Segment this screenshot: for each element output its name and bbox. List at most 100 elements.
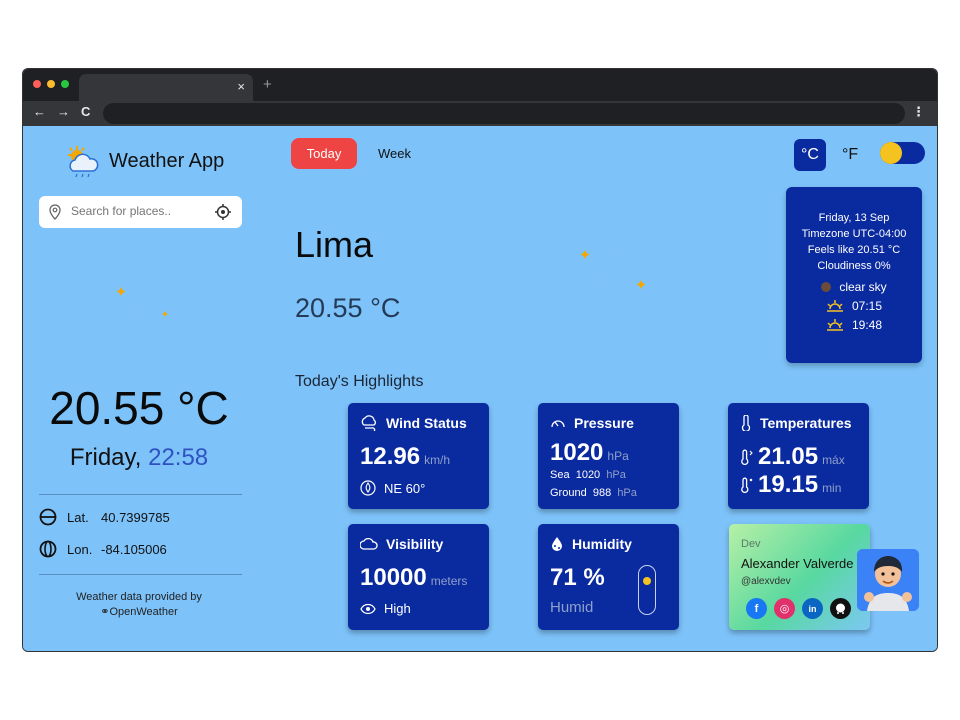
longitude-value: -84.105006: [101, 541, 167, 557]
browser-tab[interactable]: ×: [79, 74, 253, 101]
sunrise-time: 07:15: [851, 299, 883, 313]
info-cloudiness: Cloudiness 0%: [817, 260, 891, 272]
wind-speed: 12.96 km/h: [360, 443, 450, 471]
latitude-icon: [39, 508, 57, 526]
search-input[interactable]: [71, 204, 211, 218]
wind-status-card: Wind Status 12.96 km/h NE 60°: [348, 403, 489, 509]
latitude-value: 40.7399785: [101, 509, 170, 525]
maximize-window-dot[interactable]: [61, 80, 69, 88]
latitude-row: Lat. 40.7399785: [39, 508, 170, 526]
tab-today[interactable]: Today: [291, 138, 357, 169]
wind-icon: [361, 415, 376, 431]
sidebar-temperature: 20.55 °C: [49, 382, 229, 434]
visibility-distance: 10000 meters: [360, 564, 467, 592]
app-title: Weather App: [109, 149, 225, 172]
search-box[interactable]: [39, 196, 242, 228]
info-date: Friday, 13 Sep: [818, 212, 890, 224]
new-tab-button[interactable]: +: [263, 76, 272, 93]
pressure-ground: Ground 988 hPa: [550, 487, 637, 499]
temp-max-value: 21.05: [758, 443, 819, 470]
theme-toggle[interactable]: [880, 142, 925, 164]
humidity-label: Humid: [550, 599, 594, 616]
temperatures-card: Temperatures 21.05 máx 19.15 min: [728, 403, 869, 509]
browser-navbar: ← → C ⋮: [23, 101, 937, 126]
minimize-window-dot[interactable]: [47, 80, 55, 88]
reload-icon[interactable]: C: [81, 104, 90, 119]
developer-card: Dev Alexander Valverde @alexvdev f ◎ in: [729, 524, 870, 630]
back-icon[interactable]: ←: [33, 104, 46, 119]
sunrise-row: 07:15: [786, 298, 922, 314]
pressure-value: 1020: [550, 439, 604, 466]
thermometer-down-icon: [741, 477, 753, 493]
highlights-title: Today's Highlights: [295, 373, 424, 390]
day-time: Friday, 22:58: [23, 444, 255, 472]
sunrise-icon: [826, 300, 843, 312]
card-title: Visibility: [360, 536, 443, 552]
data-credit: Weather data provided by ⚭OpenWeather: [23, 590, 255, 620]
temp-min-value: 19.15: [758, 471, 819, 498]
time-label: 22:58: [148, 444, 209, 471]
humidity-level-dot: [642, 577, 651, 586]
divider: [39, 574, 242, 575]
credit-text: Weather data provided by: [76, 591, 202, 603]
linkedin-icon[interactable]: in: [802, 598, 823, 619]
card-title: Humidity: [550, 536, 632, 552]
pressure-card: Pressure 1020 hPa Sea 1020 hPa Ground 98…: [538, 403, 679, 509]
wind-speed-value: 12.96: [360, 443, 421, 470]
facebook-icon[interactable]: f: [746, 598, 767, 619]
visibility-value: 10000: [360, 564, 427, 591]
card-title: Temperatures: [740, 415, 852, 431]
openweather-link[interactable]: ⚭OpenWeather: [23, 605, 255, 620]
forward-icon[interactable]: →: [57, 104, 70, 119]
tab-close-icon[interactable]: ×: [237, 79, 245, 94]
celsius-button[interactable]: °C: [794, 139, 826, 171]
browser-tabbar: × +: [23, 69, 937, 101]
main-temperature: 20.55 °C: [295, 293, 401, 323]
sunset-icon: [826, 319, 843, 331]
browser-window: × + ← → C ⋮ Weather App Search for place…: [22, 68, 938, 652]
thermometer-icon: [741, 415, 751, 431]
pressure-sea: Sea 1020 hPa: [550, 469, 626, 481]
condition-row: clear sky: [786, 279, 922, 295]
github-icon[interactable]: [830, 598, 851, 619]
temp-min-label: min: [822, 481, 842, 495]
dev-handle: @alexvdev: [741, 576, 791, 587]
thermometer-up-icon: [741, 449, 753, 465]
sunset-row: 19:48: [786, 317, 922, 333]
temp-max-label: máx: [822, 453, 845, 467]
humidity-meter: [638, 565, 656, 615]
app-logo: Weather App: [63, 144, 224, 178]
weather-info-card: Friday, 13 Sep Timezone UTC-04:00 Feels …: [786, 187, 922, 363]
pressure-unit: hPa: [607, 449, 629, 463]
compass-icon: [360, 480, 376, 496]
browser-menu-icon[interactable]: ⋮: [912, 104, 925, 120]
dev-name: Alexander Valverde: [741, 556, 854, 571]
longitude-icon: [39, 540, 57, 558]
developer-avatar-image: [857, 549, 919, 611]
longitude-row: Lon. -84.105006: [39, 540, 167, 558]
instagram-icon[interactable]: ◎: [774, 598, 795, 619]
humidity-drop-icon: [552, 537, 562, 551]
fahrenheit-button[interactable]: °F: [842, 139, 858, 171]
info-feels-like: Feels like 20.51 °C: [807, 244, 901, 256]
condition-text: clear sky: [839, 280, 887, 294]
temp-max: 21.05 máx: [740, 443, 845, 471]
current-location-icon[interactable]: [214, 203, 232, 221]
address-bar[interactable]: [103, 103, 905, 124]
avatar: [857, 549, 919, 611]
city-name: Lima: [295, 224, 374, 265]
temp-min: 19.15 min: [740, 471, 841, 499]
close-window-dot[interactable]: [33, 80, 41, 88]
moon-icon: [580, 250, 646, 305]
visibility-card: Visibility 10000 meters High: [348, 524, 489, 630]
tab-week[interactable]: Week: [378, 138, 411, 169]
visibility-unit: meters: [430, 574, 468, 588]
longitude-label: Lon.: [67, 541, 93, 557]
pressure-main: 1020 hPa: [550, 439, 629, 467]
clear-sky-icon: [821, 282, 832, 292]
humidity-card: Humidity 71 % Humid: [538, 524, 679, 630]
weather-app: Weather App 20.55 °C Friday, 22:58: [23, 126, 937, 651]
wind-speed-unit: km/h: [424, 453, 451, 467]
card-title: Wind Status: [360, 415, 467, 431]
github-octocat-glyph: [836, 603, 845, 614]
